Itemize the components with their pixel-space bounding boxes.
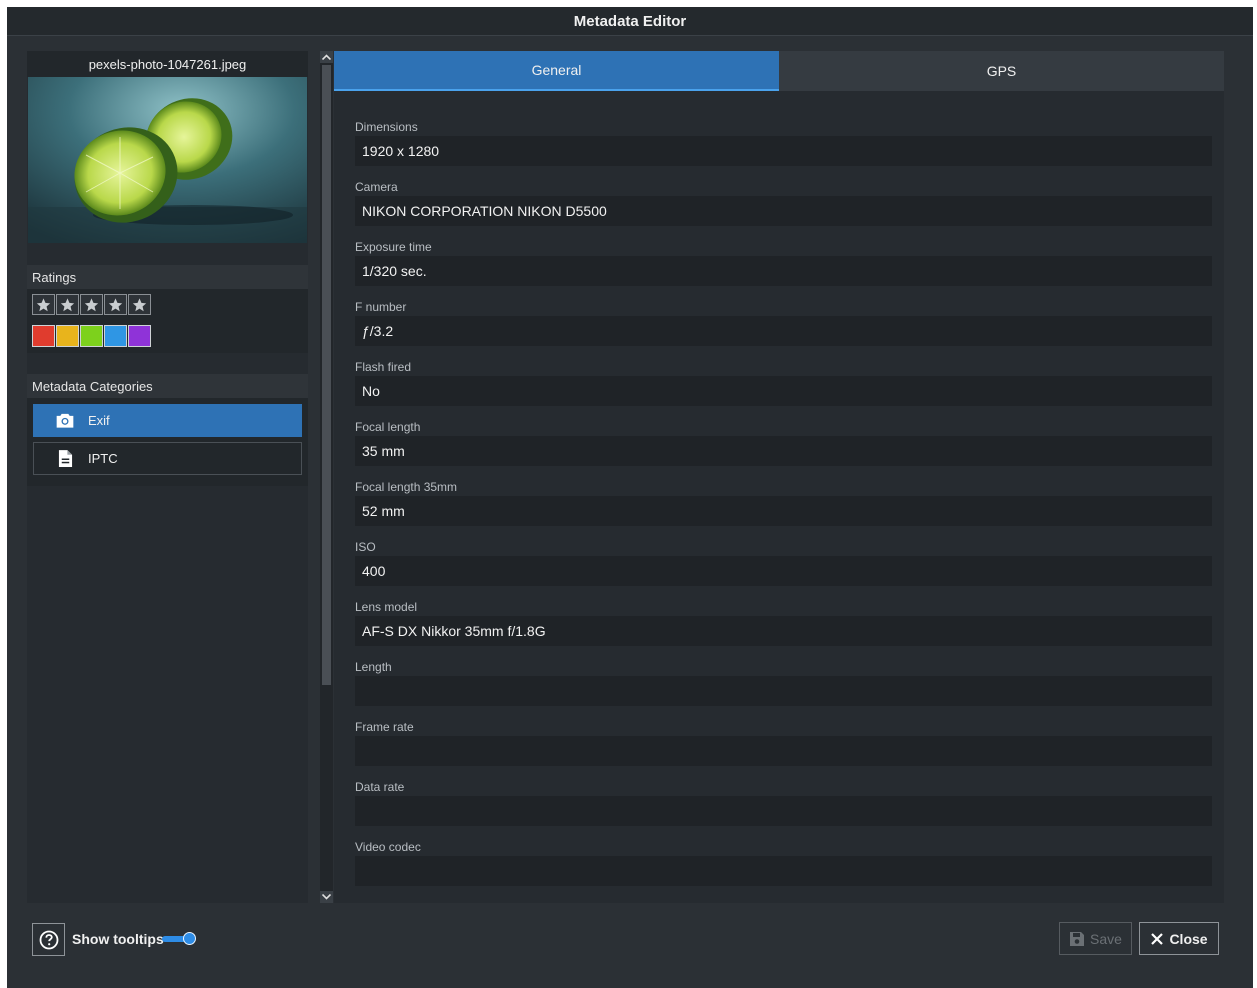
- field-row: Frame rate: [355, 719, 1212, 779]
- field-row: Video codec: [355, 839, 1212, 899]
- field-value[interactable]: [355, 676, 1212, 706]
- color-label-green[interactable]: [80, 325, 103, 347]
- field-list: Dimensions 1920 x 1280 Camera NIKON CORPORA…: [334, 91, 1224, 899]
- image-thumbnail: [28, 77, 307, 243]
- field-row: Focal length 35mm 52 mm: [355, 479, 1212, 539]
- field-value[interactable]: [355, 796, 1212, 826]
- field-label: Dimensions: [355, 120, 418, 134]
- field-value[interactable]: [355, 736, 1212, 766]
- metadata-categories-label: Metadata Categories: [27, 374, 308, 398]
- close-button[interactable]: Close: [1139, 922, 1219, 955]
- color-label-red[interactable]: [32, 325, 55, 347]
- field-label: Length: [355, 660, 392, 674]
- save-icon: [1070, 931, 1085, 946]
- field-label: Frame rate: [355, 720, 414, 734]
- field-value[interactable]: 400: [355, 556, 1212, 586]
- field-label: Exposure time: [355, 240, 432, 254]
- color-label-blue[interactable]: [104, 325, 127, 347]
- close-label: Close: [1169, 930, 1208, 947]
- vertical-scrollbar[interactable]: [320, 51, 333, 903]
- star-icon[interactable]: [80, 294, 103, 315]
- fields-panel: General GPS Dimensions 1920 x 1280 Camera N…: [334, 51, 1224, 903]
- field-row: Camera NIKON CORPORATION NIKON D5500: [355, 179, 1212, 239]
- field-label: Camera: [355, 180, 398, 194]
- show-tooltips-label: Show tooltips: [72, 931, 164, 947]
- left-panel: pexels-photo-1047261.jpeg Ratings Metada…: [27, 51, 308, 903]
- help-icon: [39, 930, 58, 949]
- image-filename: pexels-photo-1047261.jpeg: [27, 51, 308, 77]
- color-label-yellow[interactable]: [56, 325, 79, 347]
- scrollbar-thumb[interactable]: [322, 65, 331, 685]
- star-icon[interactable]: [32, 294, 55, 315]
- color-label-purple[interactable]: [128, 325, 151, 347]
- category-label: Exif: [88, 413, 110, 428]
- color-labels: [32, 325, 303, 347]
- field-label: Flash fired: [355, 360, 412, 374]
- close-icon: [1151, 932, 1164, 945]
- field-row: ISO 400: [355, 539, 1212, 599]
- field-label: F number: [355, 300, 407, 314]
- category-label: IPTC: [88, 451, 118, 466]
- field-value[interactable]: AF-S DX Nikkor 35mm f/1.8G: [355, 616, 1212, 646]
- save-button[interactable]: Save: [1059, 922, 1132, 955]
- field-label: Lens model: [355, 600, 418, 614]
- metadata-categories-list: Exif IPTC: [27, 398, 308, 486]
- field-row: Exposure time 1/320 sec.: [355, 239, 1212, 299]
- field-row: Data rate: [355, 779, 1212, 839]
- field-row: F number ƒ/3.2: [355, 299, 1212, 359]
- star-icon[interactable]: [128, 294, 151, 315]
- tab-bar: General GPS: [334, 51, 1224, 91]
- field-label: Focal length 35mm: [355, 480, 458, 494]
- field-label: Focal length: [355, 420, 421, 434]
- field-value[interactable]: [355, 856, 1212, 886]
- field-value[interactable]: No: [355, 376, 1212, 406]
- field-row: Lens model AF-S DX Nikkor 35mm f/1.8G: [355, 599, 1212, 659]
- scroll-down-icon[interactable]: [320, 891, 333, 903]
- save-label: Save: [1090, 930, 1122, 947]
- field-value[interactable]: 52 mm: [355, 496, 1212, 526]
- field-label: Video codec: [355, 840, 421, 854]
- field-value[interactable]: ƒ/3.2: [355, 316, 1212, 346]
- category-iptc[interactable]: IPTC: [33, 442, 302, 475]
- tab-gps[interactable]: GPS: [779, 51, 1224, 91]
- toggle-knob: [183, 932, 196, 945]
- show-tooltips-toggle[interactable]: [162, 932, 196, 946]
- star-icon[interactable]: [56, 294, 79, 315]
- help-button[interactable]: [32, 923, 65, 956]
- field-value[interactable]: 1/320 sec.: [355, 256, 1212, 286]
- field-value[interactable]: 1920 x 1280: [355, 136, 1212, 166]
- star-rating: [32, 294, 303, 315]
- field-label: ISO: [355, 540, 376, 554]
- star-icon[interactable]: [104, 294, 127, 315]
- field-row: Flash fired No: [355, 359, 1212, 419]
- ratings-label: Ratings: [27, 265, 308, 289]
- field-label: Data rate: [355, 780, 405, 794]
- scroll-up-icon[interactable]: [320, 51, 333, 63]
- field-value[interactable]: NIKON CORPORATION NIKON D5500: [355, 196, 1212, 226]
- field-row: Dimensions 1920 x 1280: [355, 119, 1212, 179]
- tab-general[interactable]: General: [334, 51, 779, 91]
- window-title: Metadata Editor: [7, 7, 1253, 36]
- camera-icon: [54, 410, 76, 432]
- category-exif[interactable]: Exif: [33, 404, 302, 437]
- field-row: Focal length 35 mm: [355, 419, 1212, 479]
- ratings-box: [27, 289, 308, 353]
- field-value[interactable]: 35 mm: [355, 436, 1212, 466]
- document-icon: [54, 448, 76, 470]
- field-row: Length: [355, 659, 1212, 719]
